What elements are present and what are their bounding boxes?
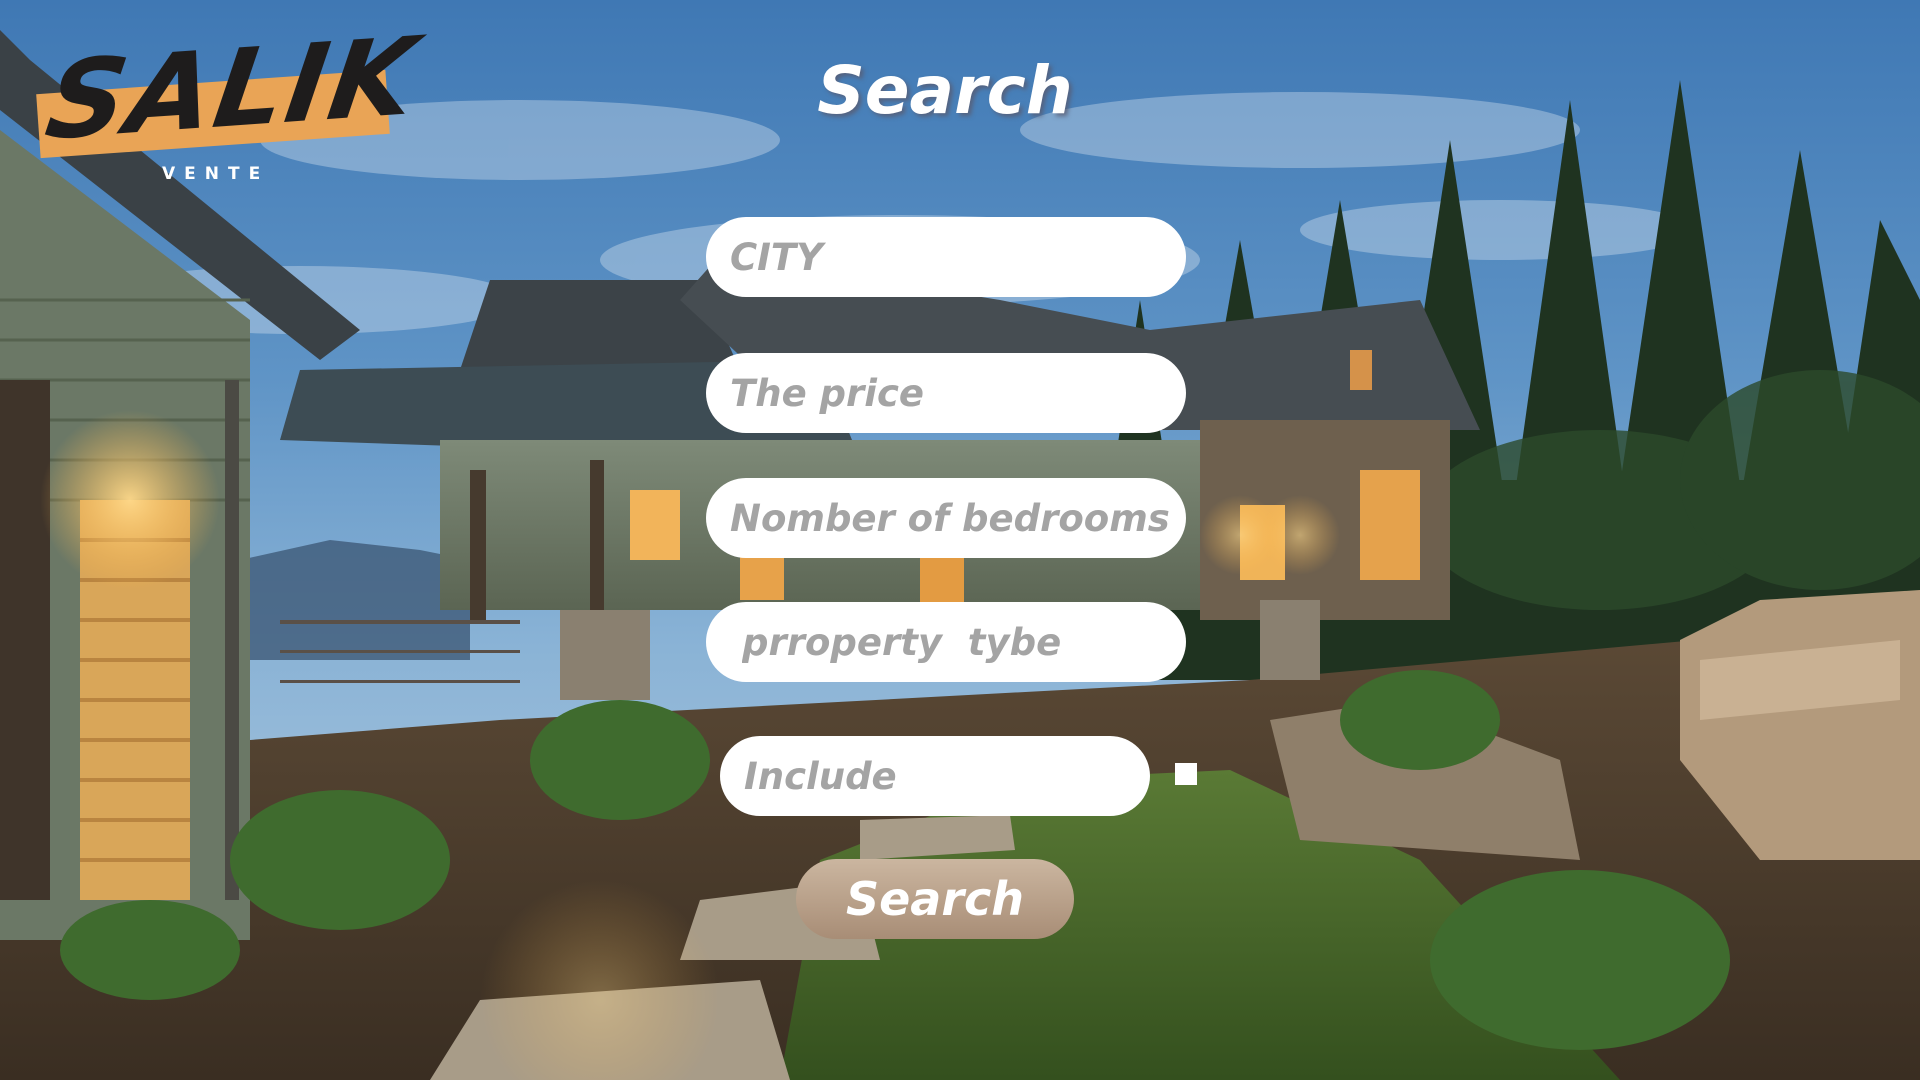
property-type-input[interactable] — [706, 602, 1186, 682]
property-type-field — [706, 602, 1186, 682]
bedrooms-input[interactable] — [706, 478, 1186, 558]
city-field — [706, 217, 1186, 297]
price-field — [706, 353, 1186, 433]
search-button[interactable]: Search — [796, 859, 1074, 939]
price-input[interactable] — [706, 353, 1186, 433]
include-field — [720, 736, 1150, 816]
bedrooms-field — [706, 478, 1186, 558]
logo-subtitle: VENTE — [162, 164, 270, 184]
city-input[interactable] — [706, 217, 1186, 297]
include-checkbox-icon[interactable] — [1175, 763, 1197, 785]
page-title: Search — [817, 52, 1073, 129]
include-input[interactable] — [720, 736, 1150, 816]
